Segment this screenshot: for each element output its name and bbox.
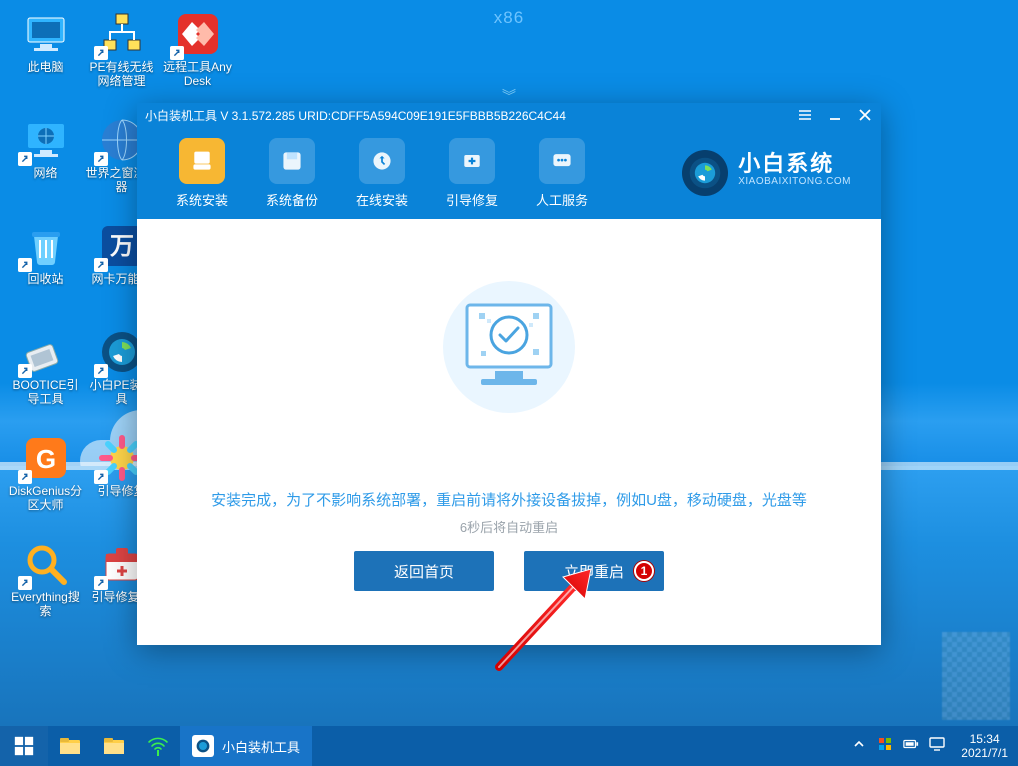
tray-flag-icon[interactable] (877, 736, 893, 757)
taskbar-explorer-2[interactable] (92, 726, 136, 766)
app-window: 小白装机工具 V 3.1.572.285 URID:CDFF5A594C09E1… (137, 103, 881, 645)
desktop-icon-recycle-bin[interactable]: 回收站 (8, 218, 83, 316)
desktop-icon-everything[interactable]: Everything搜索 (8, 536, 83, 634)
titlebar[interactable]: 小白装机工具 V 3.1.572.285 URID:CDFF5A594C09E1… (137, 103, 881, 127)
tab-label: 系统安装 (157, 190, 247, 209)
taskbar-clock[interactable]: 15:34 2021/7/1 (951, 732, 1018, 760)
icon-label: PE有线无线网络管理 (84, 60, 159, 88)
countdown-text: 6秒后将自动重启 (137, 517, 881, 536)
desktop-icon-diskgenius[interactable]: G DiskGenius分区大师 (8, 430, 83, 528)
tab-label: 引导修复 (427, 190, 517, 209)
desktop-icon-pe-network[interactable]: PE有线无线网络管理 (84, 6, 159, 104)
icon-label: 回收站 (8, 272, 83, 286)
svg-text:G: G (35, 444, 55, 474)
icon-label: Everything搜索 (8, 590, 83, 618)
tab-install-icon (179, 138, 225, 184)
restart-now-button[interactable]: 立即重启 1 (524, 551, 664, 591)
window-title: 小白装机工具 V 3.1.572.285 URID:CDFF5A594C09E1… (145, 107, 797, 124)
tray-battery-icon[interactable] (903, 736, 919, 757)
tab-backup-icon (269, 138, 315, 184)
watermark (942, 632, 1010, 720)
svg-text:万: 万 (110, 233, 134, 260)
brand-logo-icon (682, 150, 728, 196)
taskbar-wifi-icon[interactable] (136, 726, 180, 766)
start-button[interactable] (0, 726, 48, 766)
tab-label: 系统备份 (247, 190, 337, 209)
restart-button-label: 立即重启 (564, 561, 624, 582)
tab-bootfix[interactable]: 引导修复 (427, 138, 517, 209)
brand-subtitle: XIAOBAIXITONG.COM (738, 173, 851, 191)
tab-online[interactable]: 在线安装 (337, 138, 427, 209)
taskbar: 小白装机工具 15:34 2021/7/1 (0, 726, 1018, 766)
tab-online-icon (359, 138, 405, 184)
tab-label: 人工服务 (517, 190, 607, 209)
icon-label: DiskGenius分区大师 (8, 484, 83, 512)
tab-support-icon (539, 138, 585, 184)
desktop-icon-network[interactable]: 网络 (8, 112, 83, 210)
tab-install[interactable]: 系统安装 (157, 138, 247, 209)
content-pane: 安装完成，为了不影响系统部署，重启前请将外接设备拔掉，例如U盘，移动硬盘，光盘等… (137, 219, 881, 645)
desktop-icon-anydesk[interactable]: 远程工具AnyDesk (160, 6, 235, 104)
icon-label: 网络 (8, 166, 83, 180)
tab-bootfix-icon (449, 138, 495, 184)
success-illustration-icon (429, 279, 589, 424)
tab-backup[interactable]: 系统备份 (247, 138, 337, 209)
desktop-icon-this-pc[interactable]: 此电脑 (8, 6, 83, 104)
status-message: 安装完成，为了不影响系统部署，重启前请将外接设备拔掉，例如U盘，移动硬盘，光盘等 (137, 489, 881, 510)
tray-display-icon[interactable] (929, 736, 945, 757)
icon-label: 远程工具AnyDesk (160, 60, 235, 88)
tab-label: 在线安装 (337, 190, 427, 209)
taskbar-app-label: 小白装机工具 (222, 737, 300, 756)
tab-support[interactable]: 人工服务 (517, 138, 607, 209)
tray-chevron-icon[interactable] (851, 736, 867, 757)
minimize-button[interactable] (827, 107, 843, 123)
this-pc-icon (22, 10, 70, 58)
taskbar-app[interactable]: 小白装机工具 (180, 726, 312, 766)
close-button[interactable] (857, 107, 873, 123)
taskbar-app-icon (192, 735, 214, 757)
taskbar-explorer-1[interactable] (48, 726, 92, 766)
tabbar: 系统安装系统备份在线安装引导修复人工服务 小白系统 XIAOBAIXITONG.… (137, 127, 881, 219)
menu-button[interactable] (797, 107, 813, 123)
step-badge: 1 (634, 561, 654, 581)
desktop-icon-bootice[interactable]: BOOTICE引导工具 (8, 324, 83, 422)
system-tray[interactable] (845, 736, 951, 757)
desktop: x86 ︾ 此电脑PE有线无线网络管理远程工具AnyDesk网络世界之窗浏览器回… (0, 0, 1018, 766)
icon-label: 此电脑 (8, 60, 83, 74)
back-home-button[interactable]: 返回首页 (354, 551, 494, 591)
arch-label: x86 (494, 8, 524, 28)
brand: 小白系统 XIAOBAIXITONG.COM (682, 150, 861, 196)
clock-time: 15:34 (961, 732, 1008, 746)
clock-date: 2021/7/1 (961, 746, 1008, 760)
icon-label: BOOTICE引导工具 (8, 378, 83, 406)
brand-title: 小白系统 (738, 155, 851, 173)
